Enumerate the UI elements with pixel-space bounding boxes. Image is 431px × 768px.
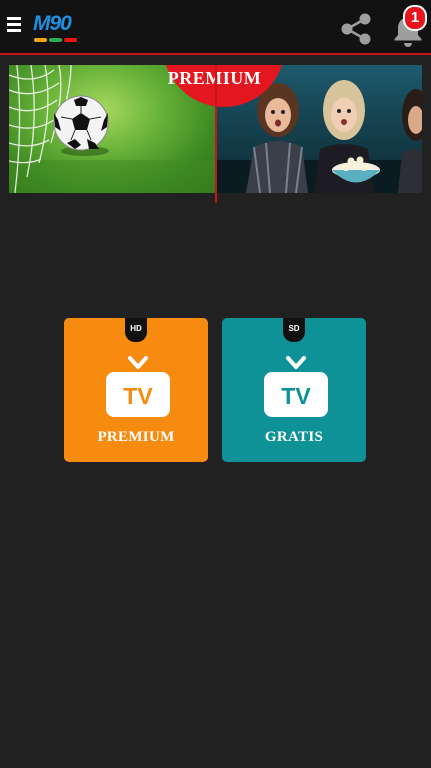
tv-gratis-tile[interactable]: SD TV GRATIS: [222, 318, 366, 462]
tile-label-gratis: GRATIS: [264, 429, 324, 445]
hamburger-menu-icon[interactable]: [6, 17, 22, 35]
tv-premium-tile[interactable]: HD TV PREMIUM: [64, 318, 208, 462]
hd-quality-tag: HD: [125, 318, 147, 342]
app-screen: M90 1 HD TV PREMIUM SD TV GRATIS: [0, 0, 431, 768]
app-logo[interactable]: M90: [33, 13, 79, 43]
tile-label-premium: PREMIUM: [97, 429, 175, 445]
logo-text: M90: [33, 12, 72, 35]
tv-icon-text: TV: [123, 383, 153, 409]
sd-quality-tag: SD: [283, 318, 305, 342]
tv-icon-text: TV: [281, 383, 311, 409]
banner-divider: [215, 65, 217, 203]
notification-count-badge: 1: [403, 5, 427, 31]
top-app-bar: M90 1: [0, 0, 431, 55]
tv-icon: TV: [106, 356, 170, 417]
tv-icon: TV: [264, 356, 328, 417]
logo-color-bars: [34, 38, 77, 42]
share-icon[interactable]: [337, 10, 375, 48]
